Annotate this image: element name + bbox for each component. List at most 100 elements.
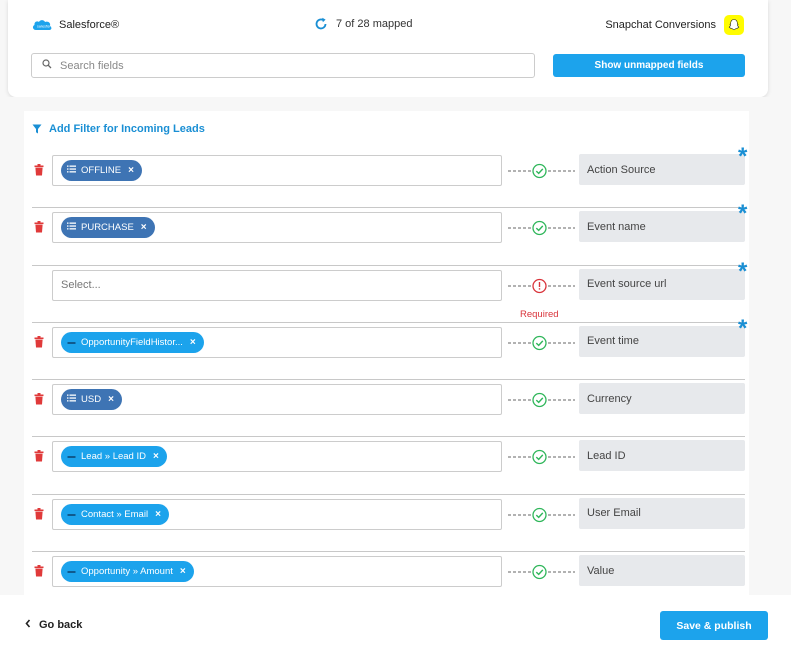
- source-tag-label: PURCHASE: [81, 222, 134, 234]
- destination-field: Action Source: [579, 154, 745, 185]
- delete-icon[interactable]: [34, 507, 44, 520]
- destination-name: Snapchat Conversions: [605, 19, 716, 31]
- source-tag-label: USD: [81, 394, 102, 406]
- mapping-row: Lead » Lead ID × Lead ID: [24, 437, 749, 495]
- remove-tag-icon[interactable]: ×: [155, 509, 161, 520]
- source-tag: PURCHASE ×: [61, 217, 155, 239]
- field-icon: [67, 337, 76, 348]
- chevron-left-icon: [25, 619, 31, 631]
- svg-text:salesforce: salesforce: [37, 25, 53, 29]
- remove-tag-icon[interactable]: ×: [180, 566, 186, 577]
- mapped-check-icon: [507, 218, 577, 238]
- list-icon: [67, 394, 76, 405]
- delete-icon[interactable]: [34, 335, 44, 348]
- source-tag: Opportunity » Amount ×: [61, 561, 194, 583]
- go-back-link[interactable]: Go back: [25, 619, 82, 631]
- source-name: Salesforce®: [59, 19, 120, 31]
- required-marker: *: [738, 143, 748, 170]
- mapped-check-icon: [507, 161, 577, 181]
- add-filter-link[interactable]: Add Filter for Incoming Leads: [32, 123, 205, 135]
- field-icon: [67, 451, 76, 462]
- mapped-check-icon: [507, 390, 577, 410]
- destination-field: Event time: [579, 325, 745, 357]
- source-tag-label: Contact » Email: [81, 508, 149, 520]
- required-marker: *: [738, 257, 748, 285]
- snapchat-ghost-icon: [724, 15, 744, 35]
- destination-field-label: Action Source: [587, 163, 656, 176]
- destination-field: User Email: [579, 497, 745, 529]
- field-icon: [67, 509, 76, 520]
- source-tag: OFFLINE ×: [61, 160, 142, 181]
- source-tag: Lead » Lead ID ×: [61, 446, 167, 468]
- error-alert-icon: [507, 276, 577, 296]
- search-box[interactable]: [31, 53, 535, 78]
- remove-tag-icon[interactable]: ×: [128, 165, 134, 176]
- mapped-count: 7 of 28 mapped: [336, 18, 413, 30]
- destination-field-label: Event time: [587, 335, 639, 348]
- source-tag-label: Lead » Lead ID: [81, 451, 146, 463]
- salesforce-logo-icon: salesforce: [31, 17, 55, 33]
- source-field-select[interactable]: PURCHASE ×: [52, 212, 502, 244]
- source-app: salesforce Salesforce®: [31, 17, 119, 33]
- destination-field-label: Lead ID: [587, 449, 626, 462]
- source-tag-label: OFFLINE: [81, 165, 122, 176]
- source-field-select[interactable]: Contact » Email ×: [52, 498, 502, 530]
- list-icon: [67, 165, 76, 176]
- source-tag-label: Opportunity » Amount: [81, 566, 173, 578]
- required-label: Required: [520, 308, 559, 320]
- search-input[interactable]: [60, 59, 500, 72]
- source-field-select[interactable]: USD ×: [52, 384, 502, 416]
- delete-icon[interactable]: [34, 164, 44, 176]
- source-field-select[interactable]: OFFLINE ×: [52, 155, 502, 186]
- show-unmapped-button[interactable]: Show unmapped fields: [553, 54, 745, 77]
- mapping-area: Add Filter for Incoming Leads OFFLINE × Ac…: [0, 97, 791, 595]
- destination-field: Lead ID: [579, 440, 745, 472]
- delete-icon[interactable]: [34, 393, 44, 405]
- field-icon: [67, 566, 76, 577]
- mapped-check-icon: [507, 505, 577, 525]
- search-icon: [42, 59, 52, 72]
- destination-field: Currency: [579, 383, 745, 415]
- delete-icon[interactable]: [34, 565, 44, 577]
- source-tag: OpportunityFieldHistor... ×: [61, 331, 204, 353]
- mapping-row: PURCHASE × Event name *: [24, 202, 749, 266]
- mapping-row: OpportunityFieldHistor... × Event time *: [24, 316, 749, 381]
- remove-tag-icon[interactable]: ×: [108, 394, 114, 405]
- destination-field-label: Currency: [587, 392, 632, 405]
- source-field-select[interactable]: Lead » Lead ID ×: [52, 441, 502, 473]
- delete-icon[interactable]: [34, 221, 44, 233]
- destination-field-label: Event source url: [587, 278, 667, 291]
- required-marker: *: [738, 200, 748, 228]
- mapping-row: USD × Currency: [24, 380, 749, 438]
- remove-tag-icon[interactable]: ×: [141, 222, 147, 233]
- mapping-row: Contact » Email × User Email: [24, 495, 749, 553]
- mapped-check-icon: [507, 447, 577, 467]
- remove-tag-icon[interactable]: ×: [190, 337, 196, 348]
- source-tag: USD ×: [61, 389, 122, 411]
- refresh-icon[interactable]: [314, 17, 328, 31]
- mapped-status: 7 of 28 mapped: [314, 17, 412, 31]
- mapping-row: Select... Required Event source url *: [24, 259, 749, 323]
- remove-tag-icon[interactable]: ×: [153, 451, 159, 462]
- destination-field: Event source url: [579, 268, 745, 300]
- mapped-check-icon: [507, 333, 577, 353]
- save-publish-button[interactable]: Save & publish: [660, 611, 768, 640]
- source-tag-label: OpportunityFieldHistor...: [81, 336, 183, 348]
- footer-bar: Go back Save & publish: [0, 595, 791, 650]
- destination-field-label: User Email: [587, 507, 641, 520]
- destination-field-label: Value: [587, 564, 615, 577]
- header-card: salesforce Salesforce® 7 of 28 mapped Sn…: [8, 0, 768, 97]
- add-filter-label: Add Filter for Incoming Leads: [49, 123, 205, 135]
- source-field-select[interactable]: Opportunity » Amount ×: [52, 556, 502, 588]
- destination-field-label: Event name: [587, 220, 646, 233]
- list-icon: [67, 222, 76, 233]
- source-field-select[interactable]: Select...: [52, 269, 502, 301]
- mapped-check-icon: [507, 562, 577, 582]
- destination-field: Value: [579, 555, 745, 587]
- source-tag: Contact » Email ×: [61, 503, 169, 525]
- delete-icon[interactable]: [34, 450, 44, 462]
- source-field-select[interactable]: OpportunityFieldHistor... ×: [52, 326, 502, 358]
- go-back-label: Go back: [39, 619, 83, 631]
- mapping-rows: OFFLINE × Action Source * PURCHASE × Event nam…: [24, 145, 749, 595]
- required-marker: *: [738, 314, 748, 342]
